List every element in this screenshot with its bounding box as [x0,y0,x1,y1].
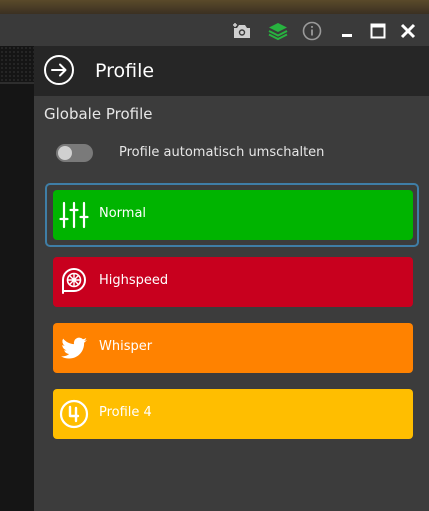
section-title: Globale Profile [44,105,153,123]
background-app-area [0,46,34,511]
panel-title: Profile [95,60,155,82]
profile-card-normal[interactable]: Normal [53,190,413,240]
close-icon[interactable] [395,18,421,44]
profile-label: Profile 4 [99,405,152,420]
profile-label: Normal [99,206,147,221]
back-arrow-button[interactable] [44,55,74,85]
camera-add-icon[interactable] [229,18,255,44]
profile-card-whisper[interactable]: Whisper [53,323,413,373]
panel-header: Profile [34,46,429,96]
maximize-icon[interactable] [365,18,391,44]
auto-switch-label: Profile automatisch umschalten [119,145,325,160]
profile-label: Whisper [99,339,153,354]
top-strip [0,0,429,14]
layers-icon[interactable] [265,18,291,44]
bird-icon [61,337,87,359]
turbo-icon [62,268,86,294]
auto-switch-toggle[interactable] [56,144,93,162]
profile-panel: Profile Globale Profile Profile automati… [34,46,429,511]
background-divider [0,82,34,84]
toggle-knob [58,146,72,160]
sliders-icon [59,201,89,229]
arrow-right-icon [51,63,67,77]
number-4-icon [59,399,89,429]
minimize-icon[interactable] [334,18,360,44]
profile-label: Highspeed [99,273,169,288]
profile-card-highspeed[interactable]: Highspeed [53,257,413,307]
info-icon[interactable] [299,18,325,44]
profile-card-4[interactable]: Profile 4 [53,389,413,439]
background-texture [0,46,34,82]
title-bar [0,14,429,46]
